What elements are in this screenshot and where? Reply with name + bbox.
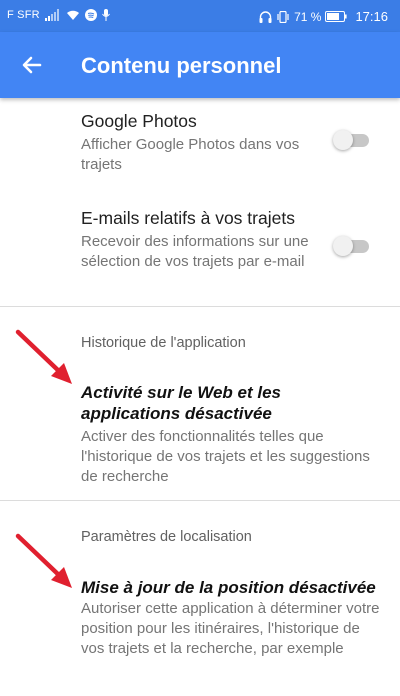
mic-icon	[101, 9, 110, 21]
section-divider	[0, 306, 400, 307]
app-history-header: Historique de l'application	[81, 335, 246, 351]
battery-icon	[325, 11, 348, 22]
web-app-activity-title: Activité sur le Web et les applications …	[81, 383, 281, 423]
web-app-activity-setting[interactable]: Activité sur le Web et les applications …	[81, 382, 381, 487]
google-photos-description: Afficher Google Photos dans vos trajets	[81, 136, 300, 173]
back-button[interactable]	[16, 49, 48, 81]
location-update-setting[interactable]: Mise à jour de la position désactivée Au…	[81, 577, 381, 659]
carrier-label: F SFR	[7, 9, 40, 21]
spotify-icon	[84, 9, 97, 21]
arrow-back-icon	[22, 56, 42, 74]
app-bar: Contenu personnel	[0, 32, 400, 98]
google-photos-title: Google Photos	[81, 111, 197, 131]
trip-emails-title: E-mails relatifs à vos trajets	[81, 208, 295, 228]
trip-emails-setting[interactable]: E-mails relatifs à vos trajets Recevoir …	[81, 207, 321, 272]
location-update-description: Autoriser cette application à déterminer…	[81, 600, 380, 657]
web-app-activity-description: Activer des fonctionnalités telles que l…	[81, 428, 370, 485]
wifi-icon	[66, 10, 79, 20]
toggle-thumb	[333, 236, 353, 256]
google-photos-toggle[interactable]	[333, 130, 371, 150]
page-title: Contenu personnel	[81, 53, 282, 78]
status-bar-right: 71 % 17:16	[259, 9, 388, 24]
toggle-thumb	[333, 130, 353, 150]
section-divider	[0, 500, 400, 501]
status-bar: F SFR 71 % 17:16	[0, 0, 400, 32]
settings-list: Google Photos Afficher Google Photos dan…	[0, 98, 400, 696]
annotation-arrow-icon	[15, 533, 72, 588]
signal-icon	[44, 9, 59, 21]
annotation-arrow-icon	[15, 329, 72, 384]
vibrate-icon	[277, 10, 289, 23]
status-bar-left: F SFR	[7, 9, 110, 21]
clock: 17:16	[355, 9, 388, 24]
trip-emails-description: Recevoir des informations sur une sélect…	[81, 233, 309, 270]
google-photos-setting[interactable]: Google Photos Afficher Google Photos dan…	[81, 110, 321, 175]
battery-percent: 71 %	[294, 9, 322, 24]
trip-emails-toggle[interactable]	[333, 236, 371, 256]
location-settings-header: Paramètres de localisation	[81, 529, 252, 545]
location-update-title: Mise à jour de la position désactivée	[81, 578, 376, 597]
headphones-icon	[259, 10, 272, 23]
